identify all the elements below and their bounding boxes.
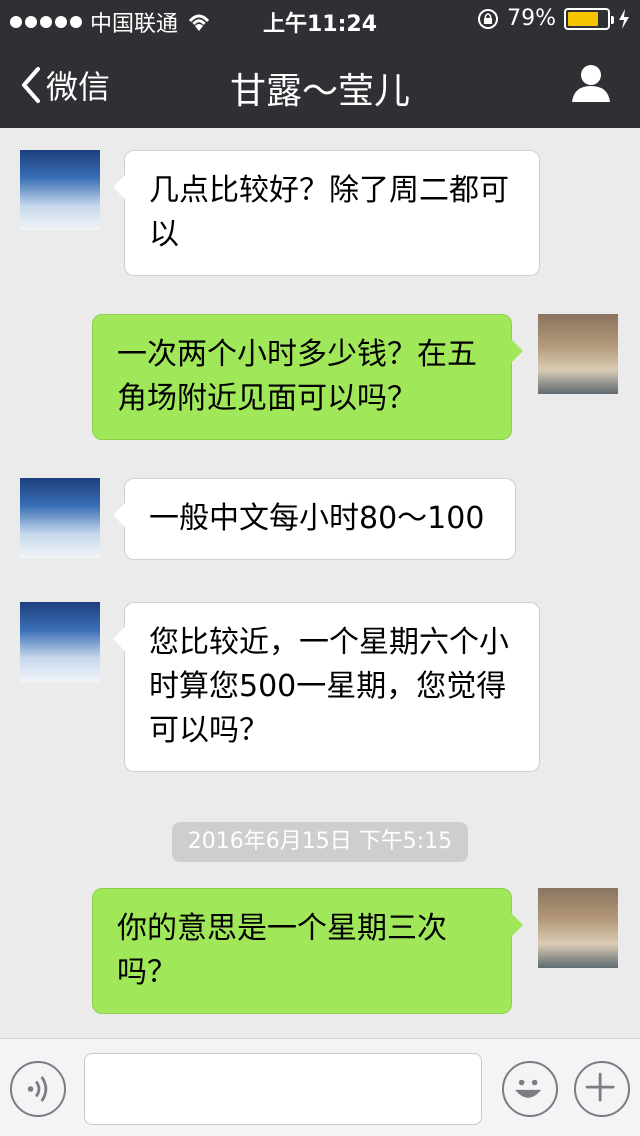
- voice-icon: [27, 1076, 48, 1102]
- plus-button[interactable]: [574, 1061, 630, 1117]
- contact-avatar[interactable]: [20, 602, 100, 682]
- contact-avatar[interactable]: [20, 478, 100, 558]
- message-bubble[interactable]: 一次两个小时多少钱？在五角场附近见面可以吗？: [92, 314, 523, 440]
- charging-icon: [619, 8, 629, 29]
- timestamp-badge: 2016年6月15日 下午5:15: [172, 822, 468, 862]
- status-bar: 中国联通 上午11:24 79%: [0, 0, 640, 40]
- emoji-icon: [515, 1079, 542, 1098]
- profile-icon[interactable]: [570, 62, 612, 104]
- my-avatar[interactable]: [538, 314, 618, 394]
- battery-icon: [564, 7, 614, 30]
- message-bubble[interactable]: 你的意思是一个星期三次吗？: [92, 888, 523, 1014]
- my-avatar[interactable]: [538, 888, 618, 968]
- voice-button[interactable]: [10, 1061, 66, 1117]
- contact-avatar[interactable]: [20, 150, 100, 230]
- message-bubble[interactable]: 一般中文每小时80～100: [113, 478, 516, 560]
- message-input[interactable]: [84, 1053, 482, 1125]
- nav-bar: 微信 甘露～莹儿: [0, 40, 640, 128]
- chat-title: 甘露～莹儿: [229, 71, 410, 112]
- message-bubble[interactable]: 几点比较好？除了周二都可以: [113, 150, 540, 276]
- battery-percent: 79%: [507, 6, 556, 31]
- emoji-button[interactable]: [502, 1061, 558, 1117]
- battery-fill: [568, 11, 599, 26]
- chat-area: 几点比较好？除了周二都可以 一次两个小时多少钱？在五角场附近见面可以吗？ 一般中…: [0, 128, 640, 1038]
- status-right: 79%: [477, 6, 630, 31]
- plus-icon: [585, 1072, 615, 1102]
- input-bar: [0, 1038, 640, 1136]
- rotation-lock-icon: [478, 8, 499, 29]
- message-bubble[interactable]: 您比较近，一个星期六个小时算您500一星期，您觉得可以吗？: [113, 602, 540, 772]
